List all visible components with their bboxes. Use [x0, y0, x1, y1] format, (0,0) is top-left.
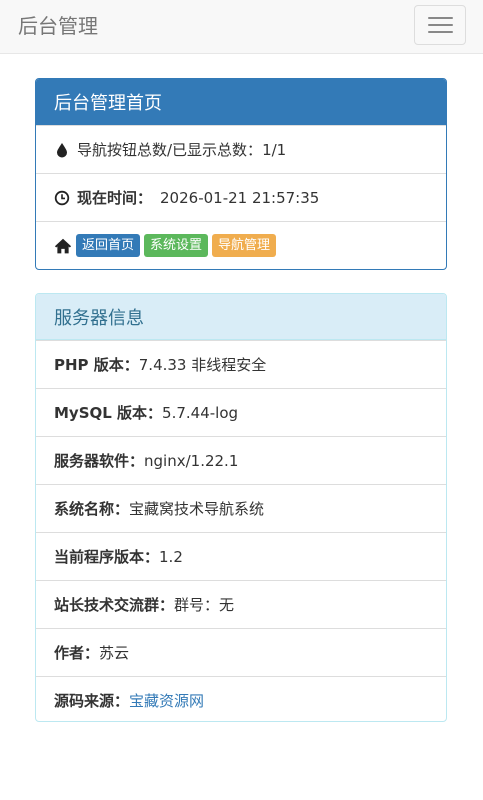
- nav-manage-button[interactable]: 导航管理: [212, 234, 277, 257]
- clock-icon: [54, 190, 70, 205]
- program-version-value: 1.2: [159, 547, 183, 566]
- system-name-value: 宝藏窝技术导航系统: [129, 500, 265, 518]
- php-version-value: 7.4.33 非线程安全: [138, 356, 267, 374]
- server-info-panel: 服务器信息 PHP 版本： 7.4.33 非线程安全 MySQL 版本： 5.7…: [35, 293, 447, 722]
- current-time-row: 现在时间： 2026-01-21 21:57:35: [36, 173, 446, 221]
- nav-count-label: 导航按钮总数/已显示总数：: [77, 141, 263, 159]
- navbar-toggle-button[interactable]: [414, 5, 466, 45]
- server-software-value: nginx/1.22.1: [144, 451, 239, 470]
- nav-count-value: 1/1: [262, 140, 287, 159]
- php-version-row: PHP 版本： 7.4.33 非线程安全: [36, 340, 446, 388]
- server-info-panel-title: 服务器信息: [36, 294, 446, 340]
- hamburger-icon: [428, 17, 453, 19]
- tech-group-row: 站长技术交流群： 群号：无: [36, 580, 446, 628]
- hamburger-icon: [428, 31, 453, 33]
- admin-home-panel-title: 后台管理首页: [36, 79, 446, 125]
- tech-group-value: 群号：无: [174, 596, 235, 614]
- system-name-row: 系统名称： 宝藏窝技术导航系统: [36, 484, 446, 532]
- system-settings-button[interactable]: 系统设置: [144, 234, 209, 257]
- drop-icon: [57, 142, 67, 157]
- source-link[interactable]: 宝藏资源网: [129, 690, 204, 711]
- back-home-button[interactable]: 返回首页: [76, 234, 141, 257]
- tech-group-label: 站长技术交流群：: [54, 596, 175, 614]
- navbar-brand[interactable]: 后台管理: [18, 12, 98, 40]
- hamburger-icon: [428, 24, 453, 26]
- admin-home-panel: 后台管理首页 导航按钮总数/已显示总数： 1/1 现在时间： 2026-01-2…: [35, 78, 447, 270]
- mysql-version-row: MySQL 版本： 5.7.44-log: [36, 388, 446, 436]
- author-row: 作者： 苏云: [36, 628, 446, 676]
- php-version-label: PHP 版本：: [54, 356, 139, 374]
- server-software-label: 服务器软件：: [54, 452, 145, 470]
- server-software-row: 服务器软件： nginx/1.22.1: [36, 436, 446, 484]
- source-row: 源码来源： 宝藏资源网: [36, 676, 446, 721]
- current-time-label: 现在时间：: [77, 189, 153, 207]
- mysql-version-label: MySQL 版本：: [54, 404, 163, 422]
- author-value: 苏云: [99, 644, 130, 662]
- author-label: 作者：: [54, 644, 100, 662]
- mysql-version-value: 5.7.44-log: [162, 403, 239, 422]
- home-icon: [54, 238, 72, 253]
- current-time-value: 2026-01-21 21:57:35: [160, 188, 320, 207]
- program-version-label: 当前程序版本：: [54, 548, 160, 566]
- quick-links-row: 返回首页 系统设置 导航管理: [36, 221, 446, 269]
- source-label: 源码来源：: [54, 692, 130, 710]
- system-name-label: 系统名称：: [54, 500, 130, 518]
- program-version-row: 当前程序版本： 1.2: [36, 532, 446, 580]
- top-navbar: 后台管理: [0, 0, 483, 54]
- nav-count-row: 导航按钮总数/已显示总数： 1/1: [36, 125, 446, 173]
